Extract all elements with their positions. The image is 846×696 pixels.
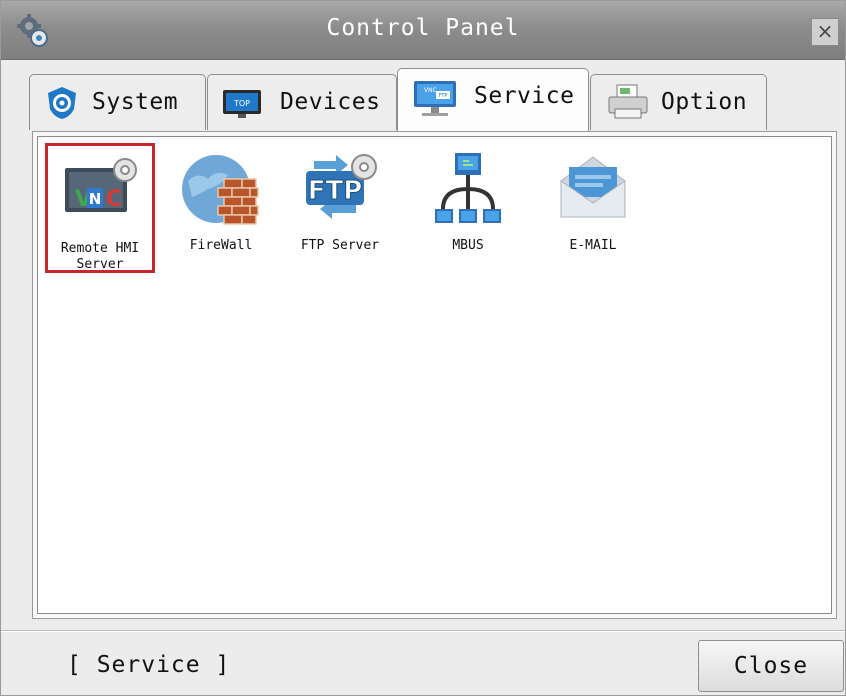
status-text: [ Service ] (67, 652, 231, 678)
service-item-label: FireWall (189, 238, 253, 253)
footer-divider (1, 630, 845, 632)
tab-service-label: Service (474, 83, 575, 109)
ftp-server-icon: FTP (306, 154, 377, 219)
service-item-label: E-MAIL (569, 238, 617, 253)
service-item-ftp-server[interactable]: FTP FTP Server (285, 143, 395, 273)
service-item-label: Remote HMI Server (60, 241, 140, 272)
tab-option[interactable]: Option (590, 74, 767, 130)
tab-service[interactable]: VNC FTP Service (397, 68, 589, 131)
service-item-mbus[interactable]: MBUS (413, 143, 523, 273)
envelope-icon (560, 156, 626, 218)
svg-text:C: C (106, 187, 122, 212)
service-item-remote-hmi-server[interactable]: V N C Remote HMI Server (45, 143, 155, 273)
gear-shield-icon (48, 87, 76, 119)
service-panel: V N C Remote HMI Server FireWall FTP FTP… (32, 131, 837, 619)
tab-devices[interactable]: TOP Devices (207, 74, 397, 130)
title-close-button[interactable]: × (811, 18, 839, 46)
printer-icon (608, 84, 648, 119)
close-button[interactable]: Close (698, 640, 844, 692)
tab-option-label: Option (661, 89, 748, 115)
svg-text:FTP: FTP (308, 176, 363, 206)
title-bar[interactable]: Control Panel × (1, 1, 845, 60)
vnc-server-icon: V N C (65, 158, 137, 212)
tab-system[interactable]: System (29, 74, 206, 130)
network-tree-icon (435, 153, 501, 223)
service-item-firewall[interactable]: FireWall (166, 143, 276, 273)
svg-text:N: N (89, 190, 102, 208)
firewall-icon (182, 155, 259, 225)
service-list: V N C Remote HMI Server FireWall FTP FTP… (37, 136, 832, 614)
tab-devices-label: Devices (280, 89, 381, 115)
service-item-label: MBUS (452, 238, 484, 253)
top-monitor-icon: TOP (223, 90, 261, 118)
window-title: Control Panel (326, 15, 520, 41)
svg-text:FTP: FTP (439, 93, 448, 99)
control-panel-window: Control Panel × System TOP Devices VNC F… (0, 0, 846, 696)
vnc-monitor-icon: VNC FTP (414, 81, 456, 116)
service-item-e-mail[interactable]: E-MAIL (538, 143, 648, 273)
service-item-label: FTP Server (300, 238, 380, 253)
svg-text:VNC: VNC (424, 87, 437, 94)
svg-text:TOP: TOP (233, 99, 250, 108)
tab-system-label: System (92, 89, 179, 115)
